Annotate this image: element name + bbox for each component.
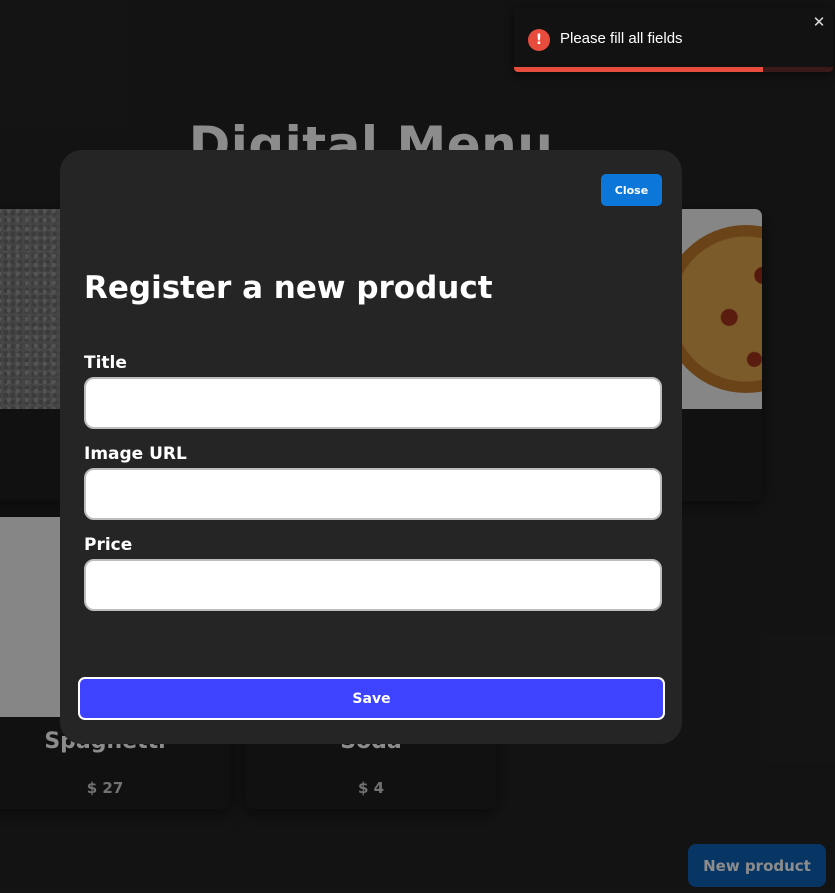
save-button[interactable]: Save (78, 677, 665, 720)
toast-message: Please fill all fields (560, 30, 683, 47)
close-icon[interactable]: ✕ (811, 13, 827, 31)
image-url-label: Image URL (84, 444, 187, 464)
register-product-modal: Close Register a new product Title Image… (60, 150, 682, 744)
toast-progress-bar (514, 67, 833, 72)
modal-title: Register a new product (84, 270, 493, 306)
error-icon: ! (528, 29, 550, 51)
title-label: Title (84, 353, 127, 373)
price-label: Price (84, 535, 133, 555)
image-url-input[interactable] (84, 468, 662, 520)
toast-progress-fill (514, 67, 763, 72)
close-button[interactable]: Close (601, 174, 662, 206)
price-input[interactable] (84, 559, 662, 611)
title-input[interactable] (84, 377, 662, 429)
error-toast: ! Please fill all fields ✕ (514, 8, 833, 72)
